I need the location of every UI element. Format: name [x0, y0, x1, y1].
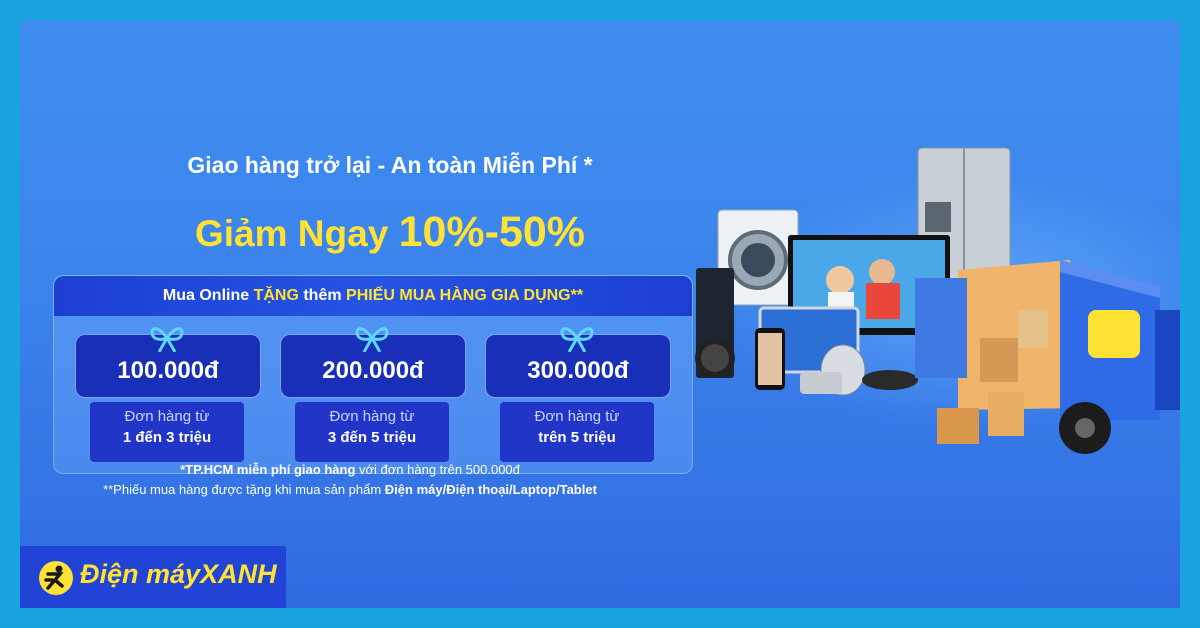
coupon-label: Đơn hàng từ: [329, 408, 415, 425]
brand-logo[interactable]: Điện máyXANH: [20, 546, 286, 608]
gift-bow-icon: [150, 327, 184, 352]
footnote-2-rest: **Phiếu mua hàng được tặng khi mua sản p…: [103, 482, 385, 497]
coupon-label: Đơn hàng từ: [124, 408, 210, 425]
footnotes: *TP.HCM miễn phí giao hàng với đơn hàng …: [20, 460, 680, 500]
coupon-range: trên 5 triệu: [538, 429, 616, 446]
footnote-1-rest: với đơn hàng trên 500.000đ: [355, 462, 520, 477]
coupon-label: Đơn hàng từ: [534, 408, 620, 425]
promo-panel: Mua Online TẶNG thêm PHIẾU MUA HÀNG GIA …: [53, 275, 693, 474]
promo-head-part1: Mua Online: [162, 287, 254, 304]
coupon-condition: Đơn hàng từ 3 đến 5 triệu: [295, 402, 449, 462]
discount-prefix: Giảm Ngay: [194, 213, 399, 254]
promo-head-part3: thêm: [298, 287, 347, 304]
banner-panel: Giao hàng trở lại - An toàn Miễn Phí * G…: [20, 20, 1180, 608]
coupon-condition: Đơn hàng từ 1 đến 3 triệu: [90, 402, 244, 462]
promo-head-voucher: PHIẾU MUA HÀNG GIA DỤNG**: [346, 287, 584, 304]
promo-head-gift: TẶNG: [253, 287, 299, 304]
coupon-range: 1 đến 3 triệu: [122, 429, 212, 446]
footnote-2-bold: Điện máy/Điện thoại/Laptop/Tablet: [384, 482, 597, 497]
brand-name-part2: XANH: [200, 559, 277, 589]
promo-header: Mua Online TẶNG thêm PHIẾU MUA HÀNG GIA …: [54, 276, 692, 316]
brand-name: Điện máyXANH: [80, 559, 277, 590]
gift-bow-icon: [355, 327, 389, 352]
coupon-3[interactable]: 300.000đ Đơn hàng từ trên 5 triệu: [485, 327, 671, 462]
footnote-2: **Phiếu mua hàng được tặng khi mua sản p…: [20, 480, 680, 500]
discount-range: 10%-50%: [398, 208, 586, 256]
gift-bow-icon: [560, 327, 594, 352]
coupon-condition: Đơn hàng từ trên 5 triệu: [500, 402, 654, 462]
coupon-range: 3 đến 5 triệu: [327, 429, 417, 446]
brand-name-part1: Điện máy: [80, 559, 201, 589]
footnote-1-bold: *TP.HCM miễn phí giao hàng: [180, 462, 356, 477]
coupon-2[interactable]: 200.000đ Đơn hàng từ 3 đến 5 triệu: [280, 327, 466, 462]
footnote-1: *TP.HCM miễn phí giao hàng với đơn hàng …: [20, 460, 680, 480]
headline-discount: Giảm Ngay 10%-50%: [20, 208, 760, 257]
headline-delivery: Giao hàng trở lại - An toàn Miễn Phí *: [187, 152, 593, 178]
banner-frame: Giao hàng trở lại - An toàn Miễn Phí * G…: [0, 0, 1200, 628]
coupon-1[interactable]: 100.000đ Đơn hàng từ 1 đến 3 triệu: [75, 327, 261, 462]
running-man-logo-icon: [39, 561, 73, 595]
